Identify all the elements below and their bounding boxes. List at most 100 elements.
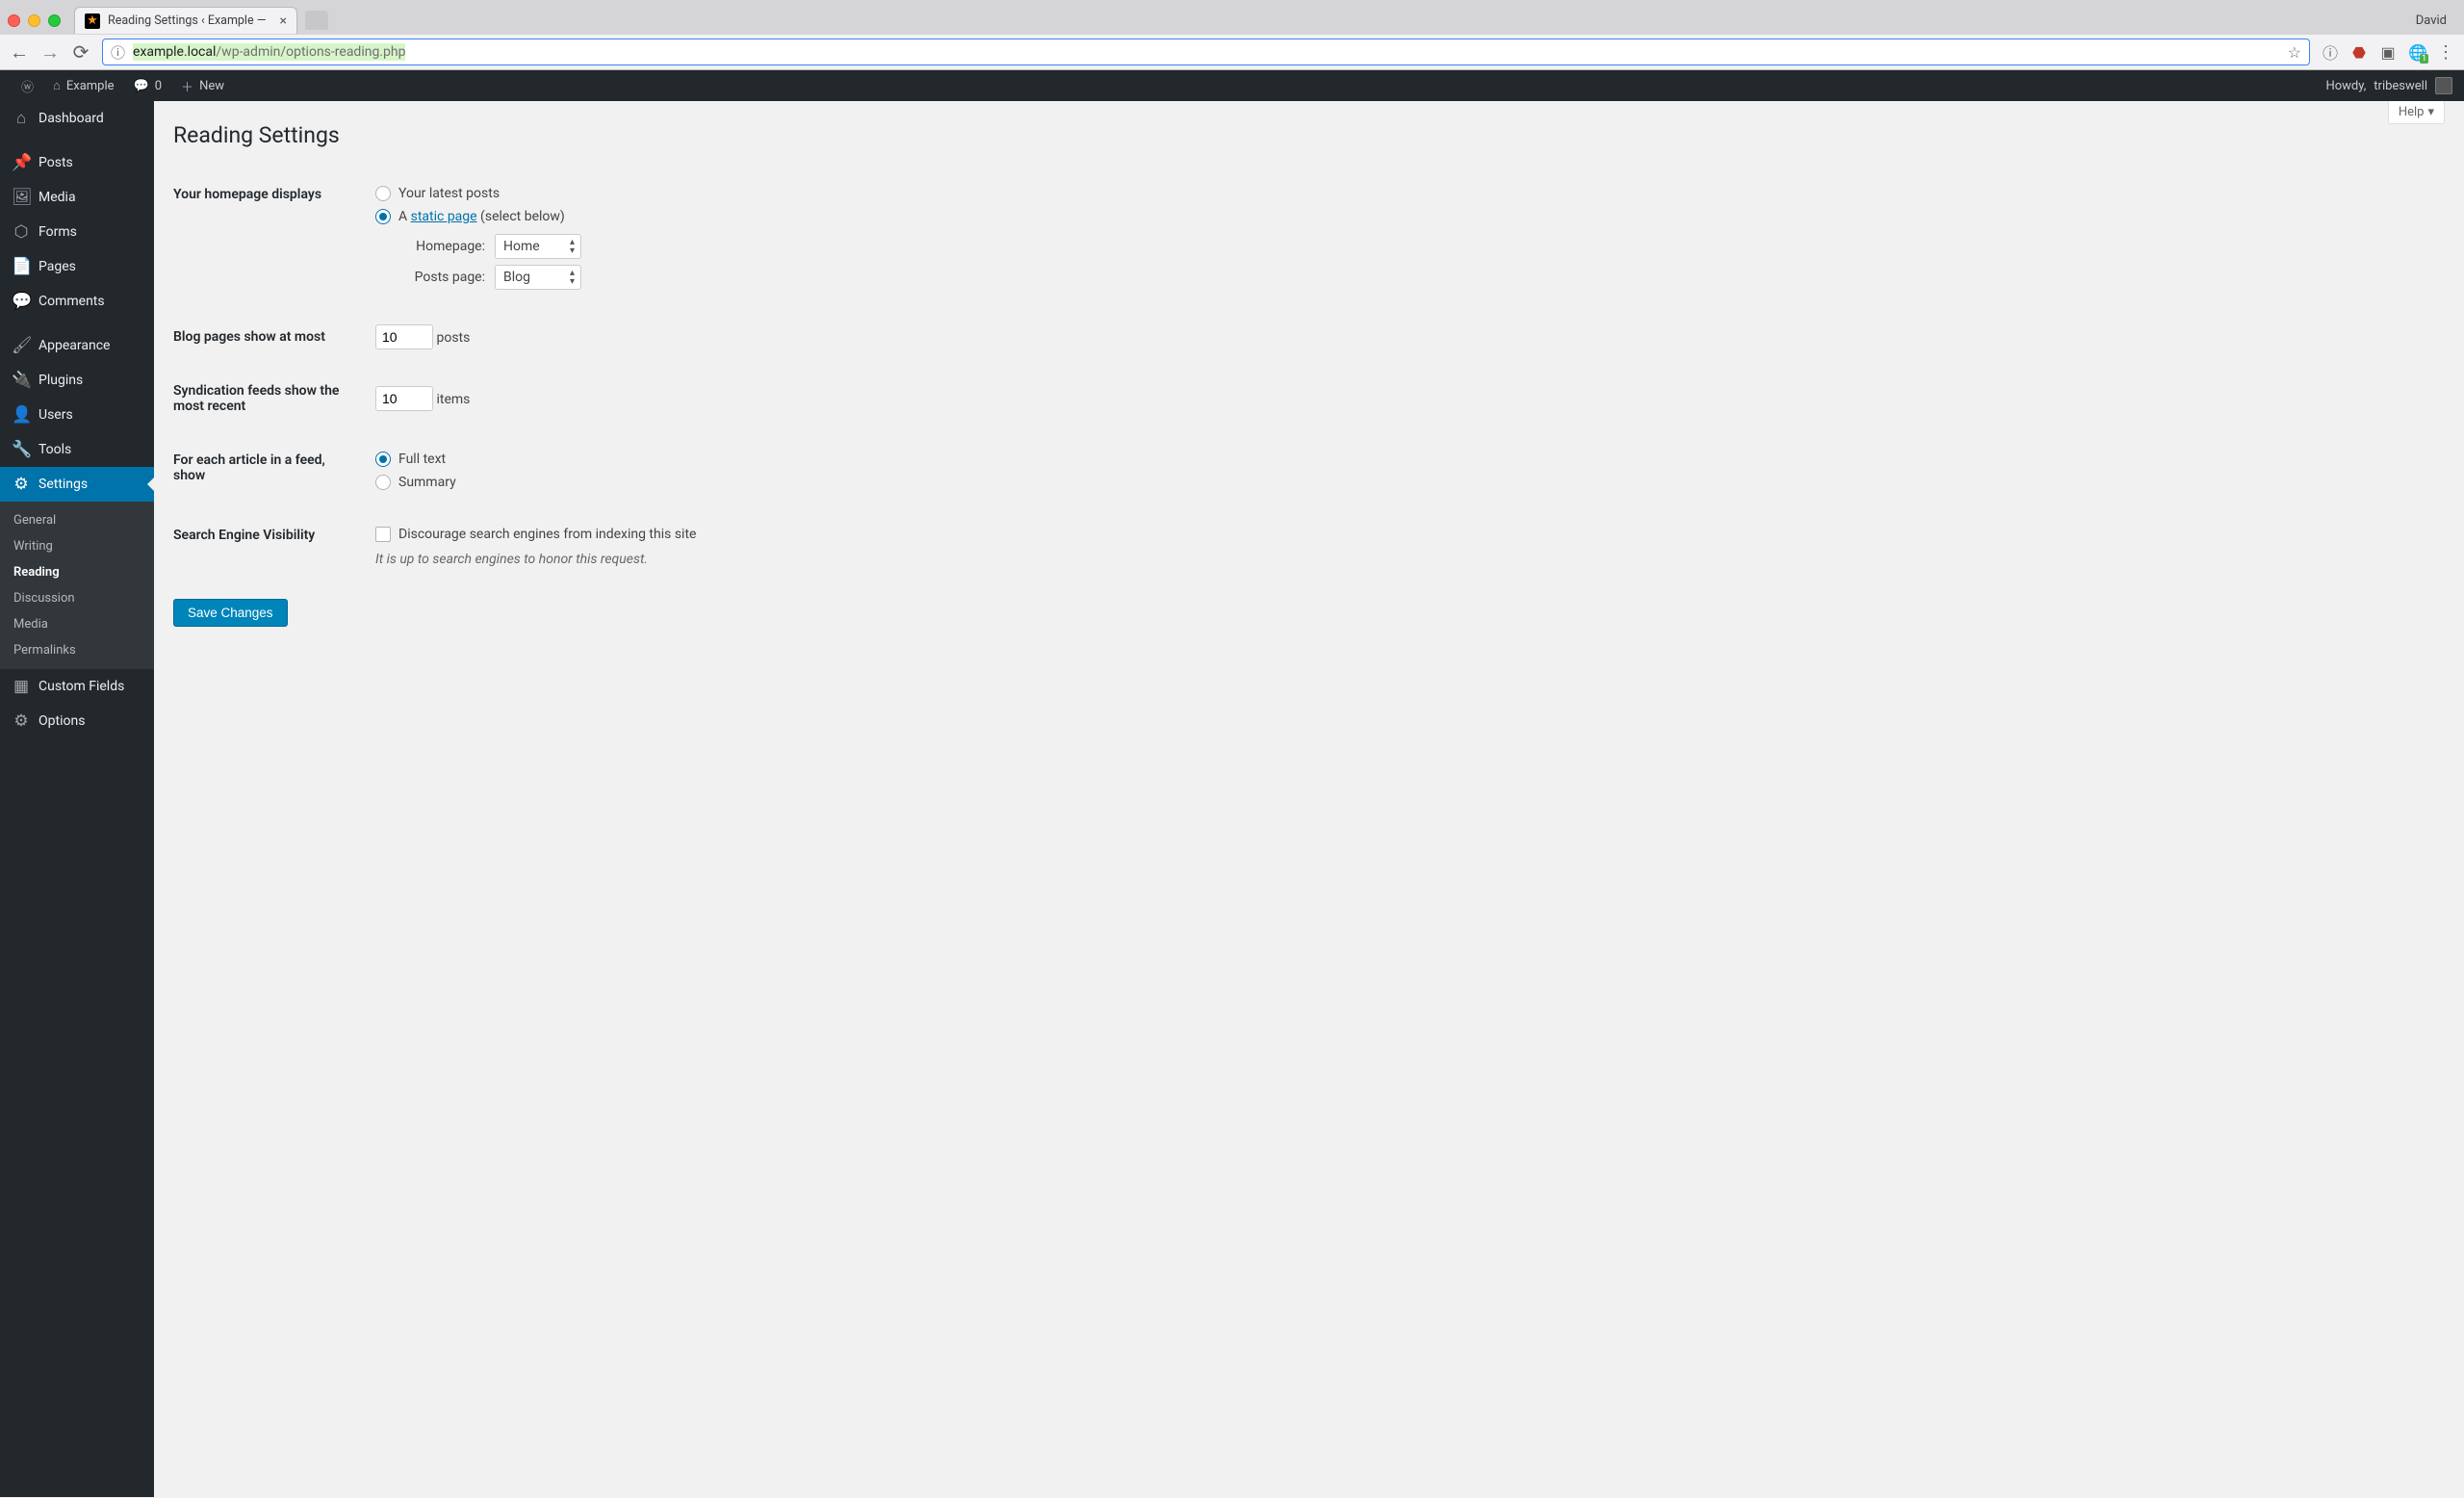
- homepage-select-label: Homepage:: [398, 239, 485, 254]
- close-tab-icon[interactable]: ×: [279, 13, 286, 29]
- sidebar-item-users[interactable]: 👤Users: [0, 398, 154, 432]
- browser-toolbar: ← → ⟳ ⓘ example.local/wp-admin/options-r…: [0, 35, 2464, 69]
- submenu-discussion[interactable]: Discussion: [0, 585, 154, 611]
- account-menu[interactable]: Howdy, tribeswell: [2325, 77, 2452, 94]
- close-window-icon[interactable]: [8, 14, 20, 27]
- sidebar-item-tools[interactable]: 🔧 Tools: [0, 432, 154, 467]
- sidebar-item-label: Pages: [38, 259, 76, 274]
- sidebar-item-dashboard[interactable]: ⌂Dashboard: [0, 101, 154, 136]
- radio-summary[interactable]: Summary: [375, 471, 2435, 494]
- select-arrows-icon: ▴▾: [570, 238, 575, 255]
- tools-icon: 🔧: [12, 440, 31, 459]
- chevron-down-icon: ▾: [2427, 105, 2434, 119]
- postspage-select[interactable]: Blog ▴▾: [495, 265, 581, 290]
- sidebar-item-comments[interactable]: 💬Comments: [0, 284, 154, 319]
- sidebar-item-plugins[interactable]: 🔌Plugins: [0, 363, 154, 398]
- sidebar-item-options[interactable]: ⚙ Options: [0, 704, 154, 738]
- shield-extension-icon[interactable]: ⬣: [2350, 43, 2368, 62]
- radio-label: Summary: [398, 475, 456, 490]
- sidebar-item-label: Settings: [38, 477, 88, 492]
- help-label: Help: [2399, 105, 2425, 119]
- extension-badge: 1: [2420, 54, 2428, 64]
- wp-logo-menu[interactable]: ⓦ: [12, 77, 43, 95]
- sidebar-item-custom-fields[interactable]: ▦Custom Fields: [0, 669, 154, 704]
- sidebar-item-pages[interactable]: 📄Pages: [0, 249, 154, 284]
- sidebar-item-settings[interactable]: ⚙Settings: [0, 467, 154, 502]
- appearance-icon: 🖌: [12, 336, 31, 355]
- checkbox-label: Discourage search engines from indexing …: [398, 527, 696, 542]
- static-page-link[interactable]: static page: [411, 209, 477, 224]
- radio-static-page[interactable]: A static page (select below): [375, 205, 2435, 228]
- url-host: example.local: [133, 43, 216, 61]
- sev-checkbox[interactable]: Discourage search engines from indexing …: [375, 523, 2435, 546]
- browser-tab[interactable]: ★ Reading Settings ‹ Example — ×: [74, 7, 297, 34]
- globe-extension-icon[interactable]: 🌐1: [2408, 43, 2426, 62]
- save-button[interactable]: Save Changes: [173, 599, 288, 627]
- info-extension-icon[interactable]: ⓘ: [2322, 40, 2339, 64]
- submenu-media[interactable]: Media: [0, 611, 154, 637]
- site-name: Example: [66, 79, 115, 93]
- reload-button[interactable]: ⟳: [71, 40, 90, 64]
- sidebar-item-media[interactable]: 🖼Media: [0, 180, 154, 215]
- custom-fields-icon: ▦: [12, 677, 31, 696]
- site-info-icon[interactable]: ⓘ: [111, 42, 125, 63]
- radio-icon: [375, 475, 391, 490]
- address-bar[interactable]: ⓘ example.local/wp-admin/options-reading…: [102, 39, 2310, 65]
- sidebar-item-label: Plugins: [38, 373, 83, 388]
- homepage-select[interactable]: Home ▴▾: [495, 234, 581, 259]
- blog-pages-suffix: posts: [436, 330, 470, 346]
- new-content-menu[interactable]: ＋ New: [171, 77, 234, 95]
- browser-profile-name[interactable]: David: [2416, 13, 2447, 28]
- sidebar-item-label: Options: [38, 713, 85, 729]
- submenu-reading[interactable]: Reading: [0, 559, 154, 585]
- sidebar-item-label: Comments: [38, 294, 105, 309]
- blog-pages-input[interactable]: [375, 324, 433, 349]
- comments-menu[interactable]: 💬 0: [124, 79, 172, 93]
- back-button[interactable]: ←: [10, 40, 29, 65]
- radio-icon: [375, 186, 391, 201]
- sidebar-item-label: Tools: [38, 442, 71, 457]
- radio-label: Your latest posts: [398, 186, 500, 201]
- radio-label: Full text: [398, 452, 446, 467]
- home-icon: ⌂: [53, 78, 61, 93]
- site-name-menu[interactable]: ⌂ Example: [43, 78, 124, 93]
- radio-full-text[interactable]: Full text: [375, 448, 2435, 471]
- tab-title: Reading Settings ‹ Example —: [108, 13, 266, 28]
- content-area: Help ▾ Reading Settings Your homepage di…: [154, 101, 2464, 1497]
- select-value: Blog: [503, 270, 530, 285]
- forward-button[interactable]: →: [40, 40, 60, 65]
- window-controls: [8, 14, 61, 27]
- bookmark-icon[interactable]: ☆: [2288, 43, 2301, 62]
- plus-icon: ＋: [181, 77, 193, 95]
- pin-icon: 📌: [12, 153, 31, 172]
- new-tab-button[interactable]: [305, 11, 328, 30]
- syndication-input[interactable]: [375, 386, 433, 411]
- chrome-menu-icon[interactable]: ⋮: [2437, 42, 2454, 63]
- sev-description: It is up to search engines to honor this…: [375, 552, 2435, 567]
- submenu-permalinks[interactable]: Permalinks: [0, 637, 154, 663]
- howdy-prefix: Howdy,: [2325, 79, 2366, 93]
- checkbox-icon: [375, 527, 391, 542]
- avatar: [2435, 77, 2452, 94]
- submenu-general[interactable]: General: [0, 507, 154, 533]
- howdy-user: tribeswell: [2374, 79, 2427, 93]
- radio-icon: [375, 452, 391, 467]
- sidebar-item-label: Posts: [38, 155, 73, 170]
- radio-latest-posts[interactable]: Your latest posts: [375, 182, 2435, 205]
- options-icon: ⚙: [12, 711, 31, 731]
- admin-sidebar: ⌂Dashboard 📌 Posts 🖼Media ⬡Forms 📄Pages 💬…: [0, 101, 154, 1497]
- page-title: Reading Settings: [173, 122, 2445, 148]
- maximize-window-icon[interactable]: [48, 14, 61, 27]
- sidebar-item-label: Dashboard: [38, 111, 104, 126]
- sidebar-item-forms[interactable]: ⬡Forms: [0, 215, 154, 249]
- homepage-displays-label: Your homepage displays: [173, 168, 366, 310]
- sidebar-item-appearance[interactable]: 🖌 Appearance: [0, 328, 154, 363]
- help-tab[interactable]: Help ▾: [2388, 101, 2445, 124]
- sidebar-item-label: Appearance: [38, 338, 110, 353]
- sidebar-item-posts[interactable]: 📌 Posts: [0, 145, 154, 180]
- minimize-window-icon[interactable]: [28, 14, 40, 27]
- cast-icon[interactable]: ▣: [2379, 43, 2397, 62]
- postspage-select-label: Posts page:: [398, 270, 485, 285]
- sidebar-item-label: Users: [38, 407, 73, 423]
- submenu-writing[interactable]: Writing: [0, 533, 154, 559]
